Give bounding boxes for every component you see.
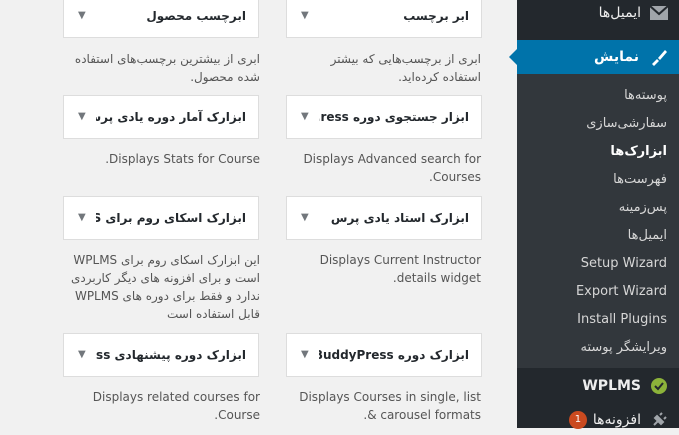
widget-title: ابزارک اسکای روم برای S... xyxy=(96,211,246,225)
paintbrush-icon xyxy=(649,47,669,67)
chevron-down-icon[interactable]: ▼ xyxy=(78,197,86,239)
widget-title: ابزارک دوره پیشنهادی ess... xyxy=(96,348,246,362)
update-count-badge: 1 xyxy=(568,411,587,429)
submenu-item-widgets[interactable]: ابزارک‌ها xyxy=(517,138,679,166)
widget-description: این ابزارک اسکای روم برای WPLMS است و بر… xyxy=(71,253,260,321)
chevron-down-icon[interactable]: ▼ xyxy=(78,334,86,376)
submenu-item-background[interactable]: پس‌زمینه xyxy=(517,194,679,222)
widget-product-tag-cloud[interactable]: ابرچسب محصول ▼ xyxy=(63,0,259,38)
chevron-down-icon[interactable]: ▼ xyxy=(301,96,309,138)
widget-buddypress-course[interactable]: ابزارک دوره BuddyPress ▼ xyxy=(286,333,482,377)
widget-description: Displays Stats for Course. xyxy=(105,152,260,166)
widget-related-courses[interactable]: ابزارک دوره پیشنهادی ess... ▼ xyxy=(63,333,259,377)
widget-title: ابزارک آمار دوره یادی پرس xyxy=(96,110,246,124)
widget-description: Displays Current Instructor details widg… xyxy=(319,253,481,285)
submenu-item-install-plugins[interactable]: Install Plugins xyxy=(517,306,679,334)
appearance-submenu: پوسته‌ها سفارشی‌سازی ابزارک‌ها فهرست‌ها … xyxy=(517,74,679,368)
submenu-item-setup-wizard[interactable]: Setup Wizard xyxy=(517,250,679,278)
wplms-check-icon xyxy=(649,376,669,396)
sidebar-item-appearance[interactable]: نمایش xyxy=(509,40,679,74)
widget-description: ابری از بیشترین برچسب‌های استفاده شده مح… xyxy=(74,52,260,84)
sidebar-item-wplms[interactable]: WPLMS xyxy=(517,371,679,401)
widget-description: Displays Advanced search for Courses. xyxy=(303,152,481,184)
submenu-item-themes[interactable]: پوسته‌ها xyxy=(517,82,679,110)
chevron-down-icon[interactable]: ▼ xyxy=(78,0,86,37)
widget-skyroom[interactable]: ابزارک اسکای روم برای S... ▼ xyxy=(63,196,259,240)
sidebar-item-label: ایمیل‌ها xyxy=(598,5,641,21)
envelope-icon xyxy=(649,3,669,23)
widget-title: ابر برچسب xyxy=(403,9,469,23)
sidebar-item-label: WPLMS xyxy=(582,378,641,394)
admin-sidebar: ایمیل‌ها نمایش پوسته‌ها سفارشی‌سازی ابزا… xyxy=(509,0,679,429)
submenu-item-menus[interactable]: فهرست‌ها xyxy=(517,166,679,194)
plug-icon xyxy=(649,410,669,430)
widget-description: ابری از برچسب‌هایی که بیشتر استفاده کرده… xyxy=(330,52,481,84)
widget-title: ابزارک دوره BuddyPress xyxy=(319,348,469,362)
chevron-down-icon[interactable]: ▼ xyxy=(301,334,309,376)
widget-title: ابرچسب محصول xyxy=(146,9,246,23)
widget-instructor[interactable]: ابزارک استاد یادی پرس ▼ xyxy=(286,196,482,240)
chevron-down-icon[interactable]: ▼ xyxy=(78,96,86,138)
chevron-down-icon[interactable]: ▼ xyxy=(301,0,309,37)
sidebar-item-label: افزونه‌ها xyxy=(592,412,641,428)
widget-course-search[interactable]: ابزار جستجوی دوره ress... ▼ xyxy=(286,95,482,139)
widget-tag-cloud[interactable]: ابر برچسب ▼ xyxy=(286,0,482,38)
widget-description: Displays related courses for Course. xyxy=(92,390,260,422)
sidebar-item-label: نمایش xyxy=(594,49,639,65)
submenu-item-customize[interactable]: سفارشی‌سازی xyxy=(517,110,679,138)
widget-title: ابزارک استاد یادی پرس xyxy=(330,211,469,225)
sidebar-item-emails[interactable]: ایمیل‌ها xyxy=(517,0,679,26)
widget-description: Displays Courses in single, list & carou… xyxy=(299,390,481,422)
sidebar-item-plugins[interactable]: افزونه‌ها 1 xyxy=(517,405,679,435)
submenu-item-emails[interactable]: ایمیل‌ها xyxy=(517,222,679,250)
submenu-item-export-wizard[interactable]: Export Wizard xyxy=(517,278,679,306)
submenu-item-theme-editor[interactable]: ویرایشگر پوسته xyxy=(517,334,679,362)
widget-title: ابزار جستجوی دوره ress... xyxy=(319,110,469,124)
chevron-down-icon[interactable]: ▼ xyxy=(301,197,309,239)
widget-course-stats[interactable]: ابزارک آمار دوره یادی پرس ▼ xyxy=(63,95,259,139)
